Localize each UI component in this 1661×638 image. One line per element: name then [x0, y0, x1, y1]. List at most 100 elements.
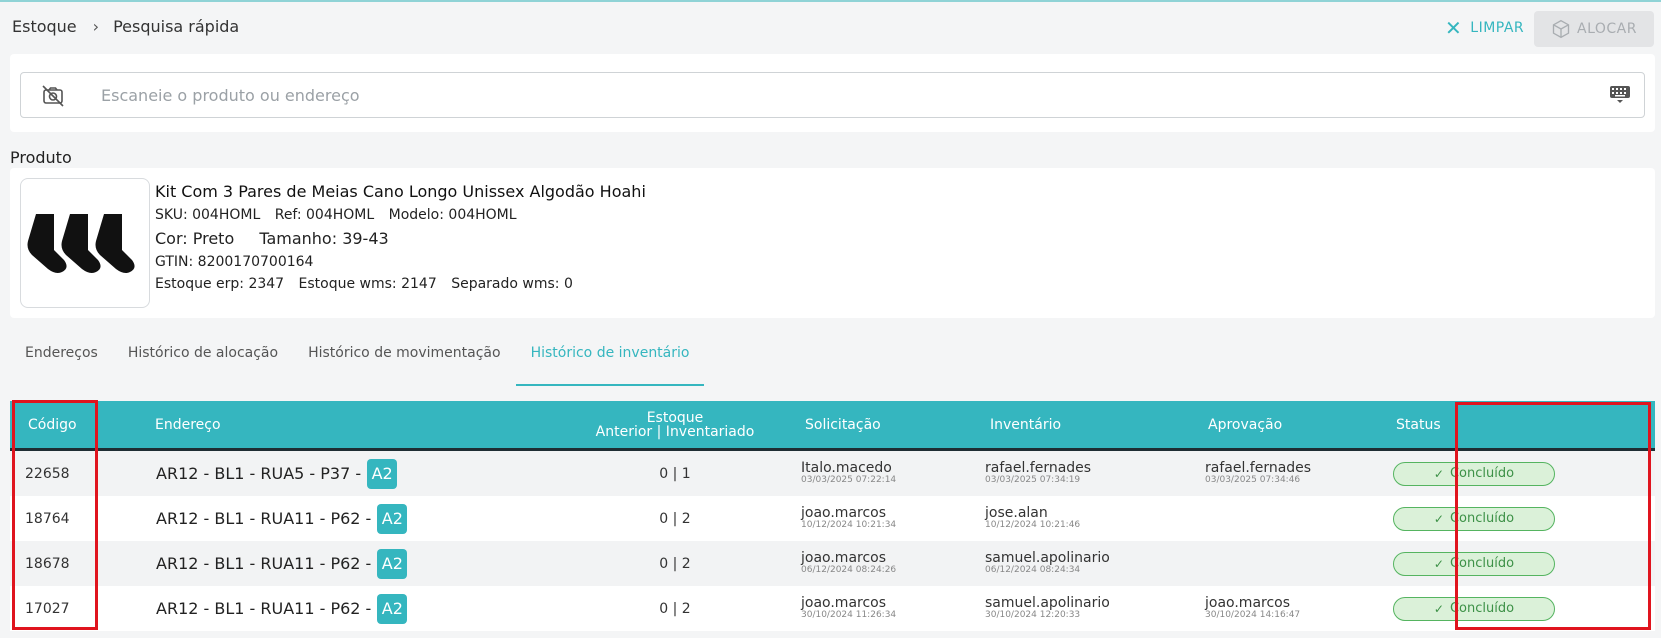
user-name: rafael.fernades [985, 459, 1092, 476]
cell-inventario: samuel.apolinario 06/12/2024 08:24:34 [985, 541, 1110, 586]
product-section-title: Produto [10, 148, 72, 167]
user-name: joao.marcos [1205, 594, 1291, 611]
address-tag: A2 [367, 458, 398, 489]
product-estoque-wms: Estoque wms: 2147 [298, 276, 437, 292]
timestamp: 03/03/2025 07:34:46 [1205, 474, 1301, 485]
product-info: Kit Com 3 Pares de Meias Cano Longo Unis… [155, 182, 646, 298]
tab-historico-alocacao[interactable]: Histórico de alocação [113, 344, 293, 386]
product-sku: SKU: 004HOML [155, 207, 261, 223]
cell-estoque: 0 | 2 [659, 510, 691, 527]
tab-historico-movimentacao[interactable]: Histórico de movimentação [293, 344, 516, 386]
col-solicitacao[interactable]: Solicitação [805, 401, 881, 448]
timestamp: 30/10/2024 14:16:47 [1205, 609, 1301, 620]
product-modelo: Modelo: 004HOML [388, 207, 517, 223]
timestamp: 03/03/2025 07:34:19 [985, 474, 1081, 485]
cell-aprovacao: joao.marcos 30/10/2024 14:16:47 [1205, 586, 1300, 631]
product-cor: Cor: Preto [155, 229, 235, 248]
user-name: rafael.fernades [1205, 459, 1312, 476]
timestamp: 30/10/2024 11:26:34 [801, 609, 897, 620]
cell-estoque: 0 | 1 [659, 465, 691, 482]
clear-button[interactable]: ✕ LIMPAR [1445, 12, 1524, 44]
check-icon: ✓ [1433, 466, 1444, 481]
allocate-button[interactable]: ALOCAR [1534, 11, 1654, 47]
check-icon: ✓ [1433, 556, 1444, 571]
check-icon: ✓ [1433, 601, 1444, 616]
user-name: Italo.macedo [801, 459, 892, 476]
allocate-button-label: ALOCAR [1577, 21, 1637, 37]
address-tag: A2 [377, 503, 408, 534]
table-body: 22658 AR12 - BL1 - RUA5 - P37 - A2 0 | 1… [10, 451, 1655, 631]
col-estoque-line1: Estoque [646, 409, 704, 426]
address-text: AR12 - BL1 - RUA5 - P37 - [156, 464, 362, 483]
timestamp: 30/10/2024 12:20:33 [985, 609, 1081, 620]
breadcrumb-item-estoque[interactable]: Estoque [12, 17, 77, 36]
search-box[interactable] [20, 72, 1645, 118]
cell-endereco: AR12 - BL1 - RUA11 - P62 - A2 [156, 541, 408, 586]
cell-solicitacao: Italo.macedo 03/03/2025 07:22:14 [801, 451, 896, 496]
address-text: AR12 - BL1 - RUA11 - P62 - [156, 554, 372, 573]
highlight-box-status [1455, 402, 1651, 630]
product-ref: Ref: 004HOML [274, 207, 375, 223]
search-card [10, 54, 1655, 132]
cell-solicitacao: joao.marcos 10/12/2024 10:21:34 [801, 496, 896, 541]
table-row[interactable]: 18678 AR12 - BL1 - RUA11 - P62 - A2 0 | … [10, 541, 1655, 586]
product-name: Kit Com 3 Pares de Meias Cano Longo Unis… [155, 182, 646, 201]
cell-endereco: AR12 - BL1 - RUA11 - P62 - A2 [156, 496, 408, 541]
clear-button-label: LIMPAR [1470, 20, 1525, 36]
table-header: Código Endereço Estoque Anterior | Inven… [10, 401, 1655, 451]
product-separado-wms: Separado wms: 0 [451, 276, 573, 292]
close-icon: ✕ [1445, 16, 1463, 40]
user-name: jose.alan [985, 504, 1048, 521]
tab-bar: Endereços Histórico de alocação Históric… [10, 344, 705, 386]
search-input[interactable] [101, 81, 1541, 109]
tab-enderecos[interactable]: Endereços [10, 344, 113, 386]
chevron-right-icon: › [92, 17, 100, 36]
timestamp: 06/12/2024 08:24:26 [801, 564, 897, 575]
tab-historico-inventario[interactable]: Histórico de inventário [515, 344, 705, 386]
check-icon: ✓ [1433, 511, 1444, 526]
product-card: Kit Com 3 Pares de Meias Cano Longo Unis… [10, 168, 1655, 318]
cell-inventario: samuel.apolinario 30/10/2024 12:20:33 [985, 586, 1110, 631]
col-aprovacao[interactable]: Aprovação [1208, 401, 1282, 448]
col-inventario[interactable]: Inventário [990, 401, 1061, 448]
address-text: AR12 - BL1 - RUA11 - P62 - [156, 599, 372, 618]
user-name: samuel.apolinario [985, 594, 1110, 611]
breadcrumb-item-current: Pesquisa rápida [113, 17, 240, 36]
cell-solicitacao: joao.marcos 30/10/2024 11:26:34 [801, 586, 896, 631]
product-tamanho: Tamanho: 39-43 [259, 229, 389, 248]
cell-estoque: 0 | 2 [659, 600, 691, 617]
breadcrumb: Estoque › Pesquisa rápida [12, 17, 239, 36]
col-estoque[interactable]: Estoque Anterior | Inventariado [565, 401, 785, 448]
table-row[interactable]: 17027 AR12 - BL1 - RUA11 - P62 - A2 0 | … [10, 586, 1655, 631]
camera-off-icon[interactable] [41, 84, 65, 108]
product-gtin: GTIN: 8200170700164 [155, 254, 314, 270]
address-tag: A2 [377, 548, 408, 579]
timestamp: 10/12/2024 10:21:34 [801, 519, 897, 530]
address-text: AR12 - BL1 - RUA11 - P62 - [156, 509, 372, 528]
user-name: joao.marcos [801, 594, 887, 611]
cell-inventario: rafael.fernades 03/03/2025 07:34:19 [985, 451, 1091, 496]
socks-image [27, 214, 135, 273]
cell-estoque: 0 | 2 [659, 555, 691, 572]
timestamp: 10/12/2024 10:21:46 [985, 519, 1081, 530]
highlight-box-codigo [12, 400, 98, 630]
cell-endereco: AR12 - BL1 - RUA11 - P62 - A2 [156, 586, 408, 631]
cell-solicitacao: joao.marcos 06/12/2024 08:24:26 [801, 541, 896, 586]
user-name: joao.marcos [801, 504, 887, 521]
col-status[interactable]: Status [1396, 401, 1441, 448]
user-name: joao.marcos [801, 549, 887, 566]
timestamp: 03/03/2025 07:22:14 [801, 474, 897, 485]
product-estoque-erp: Estoque erp: 2347 [155, 276, 285, 292]
col-estoque-line2: Anterior | Inventariado [595, 423, 755, 440]
keyboard-icon[interactable] [1609, 85, 1631, 105]
page-header: Estoque › Pesquisa rápida ✕ LIMPAR ALOCA… [0, 2, 1661, 52]
address-tag: A2 [377, 593, 408, 624]
col-endereco[interactable]: Endereço [155, 401, 221, 448]
cell-endereco: AR12 - BL1 - RUA5 - P37 - A2 [156, 451, 398, 496]
box-icon [1552, 19, 1570, 39]
product-image [20, 178, 150, 308]
timestamp: 06/12/2024 08:24:34 [985, 564, 1081, 575]
table-row[interactable]: 18764 AR12 - BL1 - RUA11 - P62 - A2 0 | … [10, 496, 1655, 541]
table-row[interactable]: 22658 AR12 - BL1 - RUA5 - P37 - A2 0 | 1… [10, 451, 1655, 496]
user-name: samuel.apolinario [985, 549, 1110, 566]
